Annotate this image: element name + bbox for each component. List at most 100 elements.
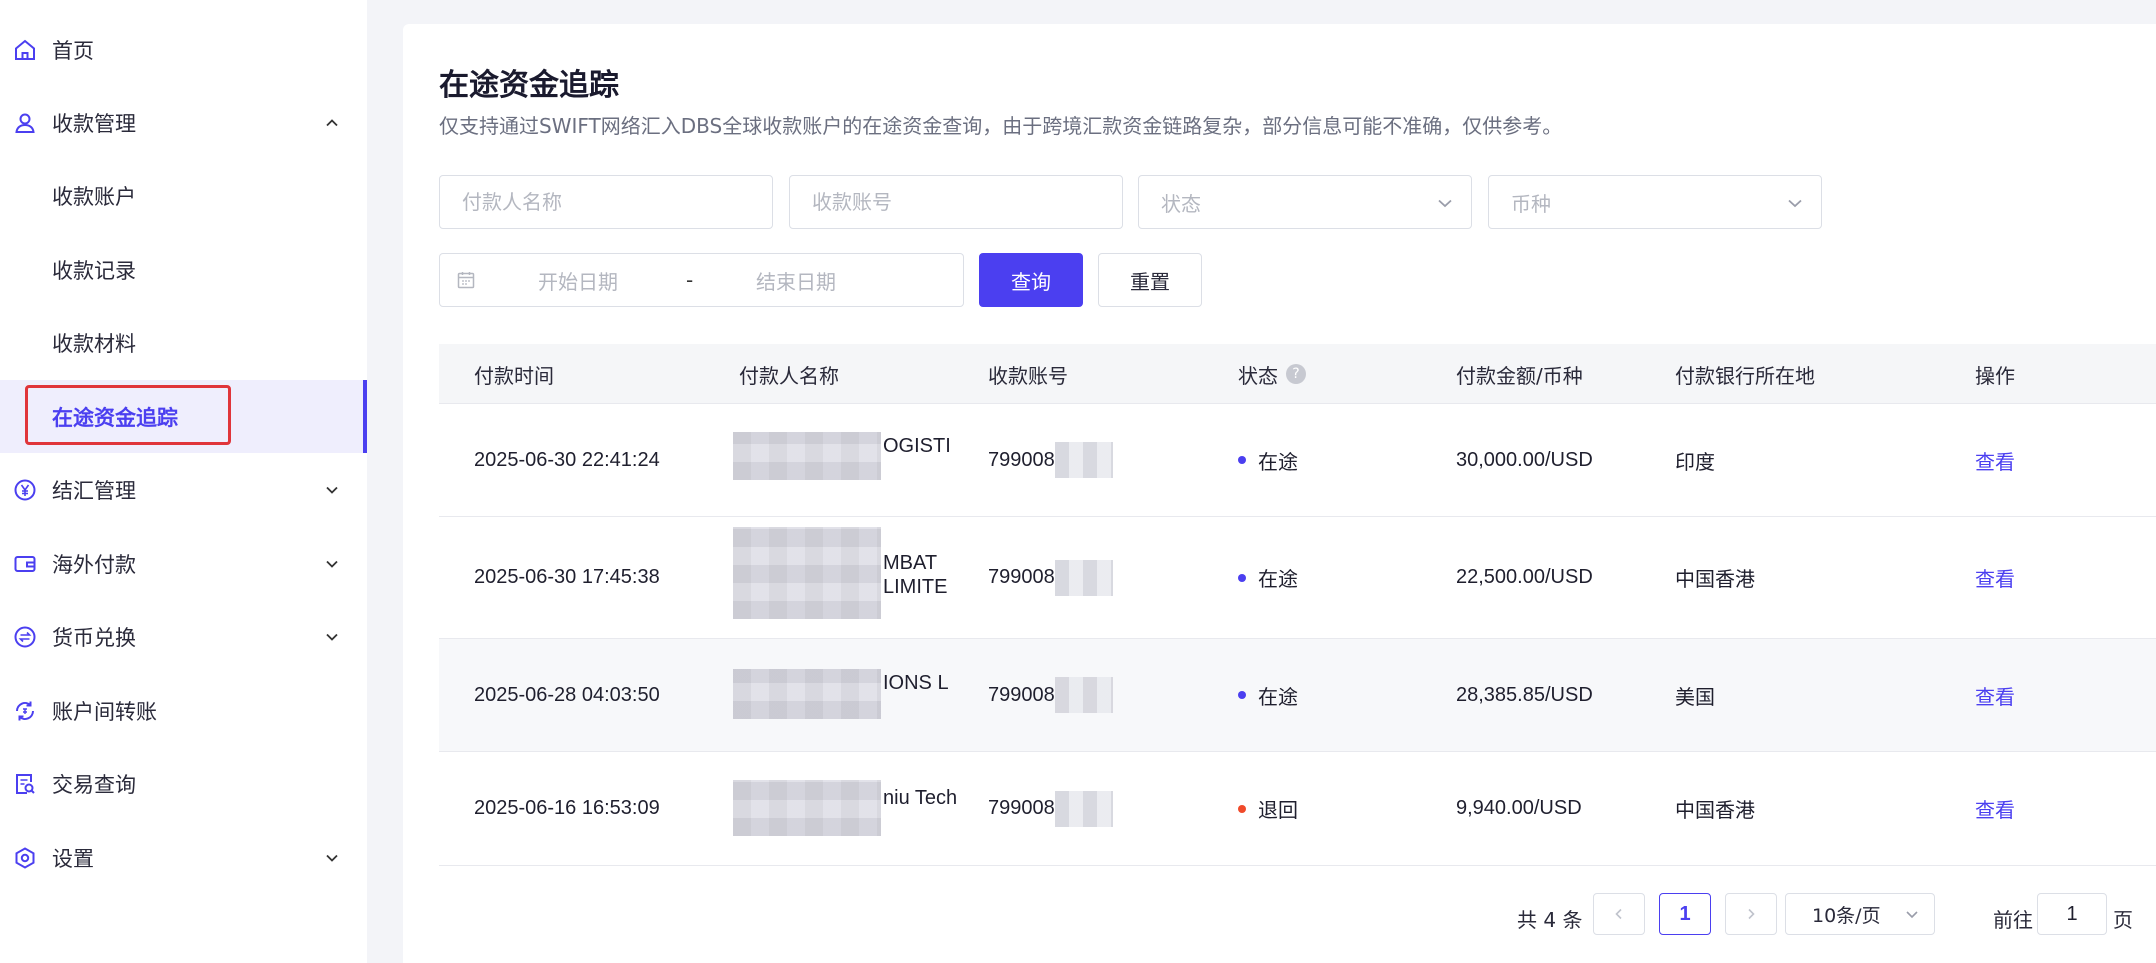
- nav-in-transit-tracking[interactable]: 在途资金追踪: [0, 380, 367, 453]
- header-status: 状态 ?: [1238, 344, 1306, 404]
- account-number-text: 799008: [988, 797, 1055, 819]
- view-link[interactable]: 查看: [1975, 517, 2015, 638]
- query-button[interactable]: 查询: [979, 253, 1083, 307]
- account-number-text: 799008: [988, 448, 1055, 471]
- account-number-field[interactable]: [789, 175, 1123, 229]
- date-range-picker[interactable]: 开始日期 - 结束日期: [439, 253, 964, 307]
- nav-collection-accounts[interactable]: 收款账户: [0, 159, 367, 232]
- account-number-input[interactable]: [790, 176, 1122, 228]
- reset-button[interactable]: 重置: [1098, 253, 1202, 307]
- cell-bank-location: 印度: [1675, 449, 1715, 474]
- prev-page-button[interactable]: [1593, 893, 1645, 935]
- payer-name-text: IONS L: [883, 672, 949, 694]
- payer-name-text: OGISTI: [883, 435, 951, 457]
- nav-collection-management[interactable]: 收款管理: [0, 86, 367, 159]
- calendar-icon: [456, 270, 476, 290]
- redaction-mask: [733, 432, 881, 480]
- status-text: 在途: [1258, 567, 1298, 591]
- settings-icon: [12, 845, 38, 871]
- cell-account: 799008: [988, 517, 1113, 638]
- table-header: 付款时间 付款人名称 收款账号 状态 ? 付款金额/币种 付款银行所在地 操作: [439, 344, 2156, 404]
- cell-status: 退回: [1238, 752, 1298, 865]
- chevron-down-icon[interactable]: [322, 480, 342, 500]
- table-row: 2025-06-28 04:03:50 IONS L 799008 在途 28,…: [439, 639, 2156, 752]
- redaction-mask: [1054, 442, 1113, 478]
- nav-transaction-query[interactable]: 交易查询: [0, 747, 367, 820]
- nav-overseas-payment-label: 海外付款: [52, 552, 136, 577]
- end-date-input[interactable]: 结束日期: [756, 266, 836, 295]
- nav-transaction-query-label: 交易查询: [52, 772, 136, 797]
- cell-payer-name: niu Tech: [733, 780, 973, 836]
- help-icon[interactable]: ?: [1286, 364, 1306, 384]
- cell-status: 在途: [1238, 404, 1298, 516]
- status-text: 在途: [1258, 449, 1298, 474]
- page-title: 在途资金追踪: [439, 68, 619, 103]
- cell-payment-time: 2025-06-30 22:41:24: [474, 448, 660, 471]
- redaction-mask: [1054, 677, 1113, 713]
- nav-inter-account-transfer[interactable]: 账户间转账: [0, 674, 367, 747]
- chevron-up-icon[interactable]: [322, 113, 342, 133]
- cell-status: 在途: [1238, 639, 1298, 751]
- view-link[interactable]: 查看: [1975, 752, 2015, 865]
- cell-payment-time: 2025-06-30 17:45:38: [474, 566, 660, 588]
- header-bank-location: 付款银行所在地: [1675, 363, 1815, 388]
- page-description: 仅支持通过SWIFT网络汇入DBS全球收款账户的在途资金查询，由于跨境汇款资金链…: [439, 114, 1563, 138]
- page-number-button[interactable]: 1: [1659, 893, 1711, 935]
- view-link[interactable]: 查看: [1975, 639, 2015, 751]
- goto-prefix: 前往: [1993, 908, 2033, 932]
- status-dot: [1238, 456, 1246, 464]
- wallet-icon: [12, 551, 38, 577]
- nav-settings[interactable]: 设置: [0, 821, 367, 894]
- redaction-mask: [733, 780, 881, 836]
- pagination-total: 共 4 条: [1517, 908, 1583, 932]
- status-dot: [1238, 804, 1246, 813]
- account-number-text: 799008: [988, 683, 1055, 706]
- cell-amount: 22,500.00/USD: [1456, 566, 1593, 588]
- nav-fx-settlement-label: 结汇管理: [52, 478, 136, 503]
- status-select-placeholder: 状态: [1161, 191, 1201, 216]
- header-account: 收款账号: [988, 363, 1068, 388]
- goto-page-input[interactable]: 1: [2037, 893, 2107, 935]
- view-link[interactable]: 查看: [1975, 404, 2015, 516]
- goto-suffix: 页: [2113, 908, 2133, 932]
- page-size-value: 10条/页: [1812, 904, 1881, 927]
- table-row: 2025-06-30 22:41:24 OGISTI 799008 在途 30,…: [439, 404, 2156, 517]
- redaction-mask: [733, 527, 881, 619]
- nav-collection-materials-label: 收款材料: [52, 331, 136, 356]
- payer-name-input[interactable]: [440, 176, 772, 228]
- transfer-icon: [12, 698, 38, 724]
- account-number-text: 799008: [988, 566, 1055, 588]
- chevron-down-icon[interactable]: [322, 848, 342, 868]
- header-amount: 付款金额/币种: [1456, 363, 1583, 388]
- header-payer-name: 付款人名称: [739, 363, 839, 388]
- main-card: 在途资金追踪 仅支持通过SWIFT网络汇入DBS全球收款账户的在途资金查询，由于…: [403, 24, 2156, 963]
- page-size-select[interactable]: 10条/页: [1785, 893, 1935, 935]
- sidebar: 首页 收款管理 收款账户 收款记录 收款材料 在途资金追踪 结汇管理 海外付款 …: [0, 0, 367, 963]
- search-record-icon: [12, 771, 38, 797]
- chevron-down-icon[interactable]: [322, 554, 342, 574]
- nav-currency-exchange[interactable]: 货币兑换: [0, 600, 367, 673]
- status-dot: [1238, 573, 1246, 582]
- chevron-down-icon: [1785, 193, 1805, 213]
- nav-collection-records[interactable]: 收款记录: [0, 233, 367, 306]
- nav-collection-materials[interactable]: 收款材料: [0, 306, 367, 379]
- currency-select[interactable]: 币种: [1488, 175, 1822, 229]
- header-status-label: 状态: [1238, 363, 1278, 388]
- payer-name-field[interactable]: [439, 175, 773, 229]
- status-select[interactable]: 状态: [1138, 175, 1472, 229]
- start-date-input[interactable]: 开始日期: [538, 266, 618, 295]
- nav-collection-management-label: 收款管理: [52, 111, 136, 136]
- cell-bank-location: 中国香港: [1675, 798, 1755, 822]
- active-indicator: [363, 380, 367, 453]
- redaction-mask: [1054, 559, 1113, 596]
- redaction-mask: [1054, 790, 1113, 827]
- next-page-button[interactable]: [1725, 893, 1777, 935]
- payer-name-text: niu Tech: [883, 787, 958, 809]
- header-action: 操作: [1975, 363, 2015, 388]
- nav-fx-settlement[interactable]: 结汇管理: [0, 453, 367, 526]
- table-row: 2025-06-30 17:45:38 MBAT LIMITE 799008 在…: [439, 517, 2156, 639]
- chevron-down-icon[interactable]: [322, 627, 342, 647]
- nav-home[interactable]: 首页: [0, 13, 367, 86]
- nav-overseas-payment[interactable]: 海外付款: [0, 527, 367, 600]
- chevron-down-icon: [1904, 906, 1920, 922]
